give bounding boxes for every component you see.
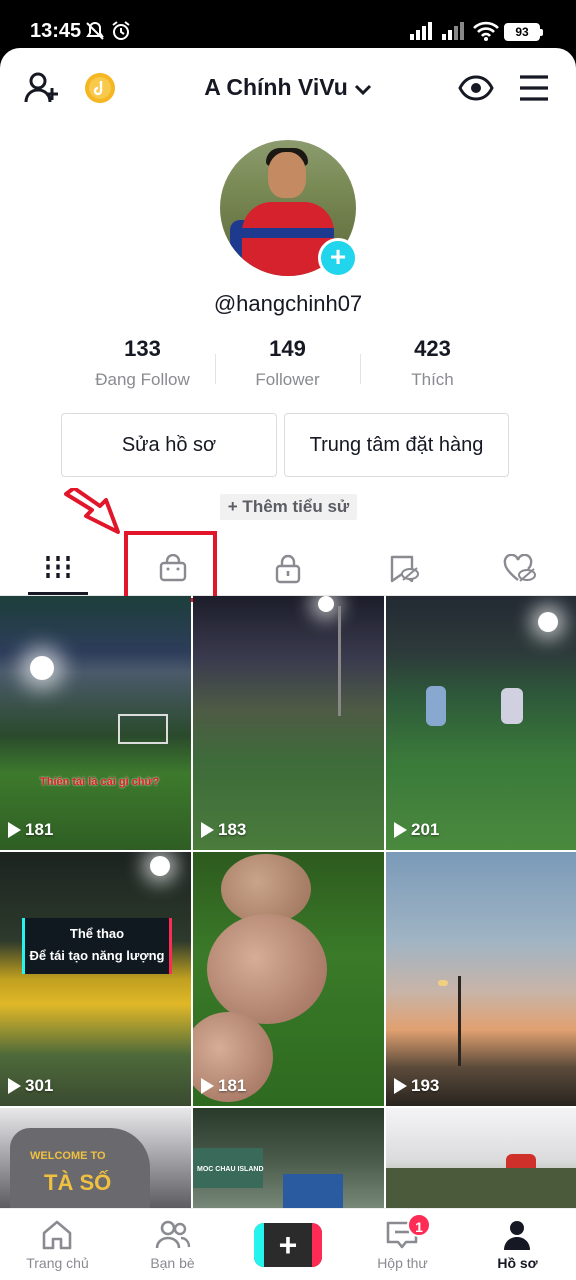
- lock-icon: [275, 554, 301, 584]
- video-thumbnail[interactable]: 183: [193, 596, 384, 850]
- video-caption-overlay: MOC CHAU ISLAND: [197, 1166, 264, 1173]
- signal-icon: [410, 22, 432, 40]
- nav-label: Hồ sơ: [497, 1255, 538, 1271]
- stat-value: 423: [414, 336, 451, 361]
- video-thumbnail[interactable]: 181: [193, 852, 384, 1106]
- profile-tabs: [0, 538, 576, 596]
- notification-muted-icon: [86, 21, 104, 40]
- view-count: 183: [201, 820, 246, 840]
- nav-profile[interactable]: Hồ sơ: [460, 1209, 575, 1280]
- view-count-value: 183: [218, 820, 247, 839]
- battery-indicator: 93: [504, 23, 543, 41]
- nav-label: Bạn bè: [150, 1255, 195, 1271]
- chevron-down-icon: [354, 75, 372, 102]
- video-thumbnail[interactable]: 201: [386, 596, 576, 850]
- bottom-nav: Trang chủ Bạn bè + 1 Hộp thư Hồ sơ: [0, 1208, 576, 1280]
- play-icon: [394, 1078, 407, 1094]
- video-caption-overlay: TÀ SỐ: [44, 1170, 112, 1195]
- view-count: 181: [8, 820, 53, 840]
- wifi-icon: [473, 21, 499, 41]
- inbox-badge: 1: [407, 1213, 431, 1237]
- plus-icon: +: [278, 1227, 298, 1263]
- annotation-arrow-icon: [64, 488, 120, 534]
- stat-label: Follower: [255, 370, 320, 389]
- nav-inbox[interactable]: 1 Hộp thư: [345, 1209, 460, 1280]
- create-button[interactable]: +: [254, 1223, 322, 1267]
- nav-friends[interactable]: Bạn bè: [115, 1209, 230, 1280]
- video-caption-title: Thể thao: [69, 926, 125, 941]
- add-avatar-button[interactable]: +: [318, 238, 358, 278]
- video-thumbnail[interactable]: 193: [386, 852, 576, 1106]
- view-count: 201: [394, 820, 439, 840]
- stat-likes[interactable]: 423 Thích: [360, 336, 505, 390]
- video-thumbnail[interactable]: WELCOME TO TÀ SỐ: [0, 1108, 191, 1210]
- annotation-highlight-box: [124, 531, 217, 602]
- view-count-value: 193: [411, 1076, 440, 1095]
- video-thumbnail[interactable]: MOC CHAU ISLAND: [193, 1108, 384, 1210]
- status-time: 13:45: [30, 20, 82, 42]
- view-count-value: 181: [25, 820, 54, 839]
- friends-icon: [155, 1220, 191, 1249]
- tab-private[interactable]: [230, 538, 345, 596]
- nav-home[interactable]: Trang chủ: [0, 1209, 115, 1280]
- signal-2-icon: [442, 22, 464, 40]
- profile-name: A Chính ViVu: [204, 74, 348, 100]
- view-count: 193: [394, 1076, 439, 1096]
- video-thumbnail[interactable]: Thiên tài là cái gì chứ? 181: [0, 596, 191, 850]
- menu-icon[interactable]: [518, 74, 550, 102]
- view-count-value: 181: [218, 1076, 247, 1095]
- alarm-icon: [112, 21, 130, 40]
- video-thumbnail[interactable]: Thể thao Để tái tạo năng lượng 301: [0, 852, 191, 1106]
- play-icon: [201, 1078, 214, 1094]
- tab-saved[interactable]: [345, 538, 460, 596]
- video-grid: Thiên tài là cái gì chứ? 181 183 201 Thể…: [0, 596, 576, 1210]
- view-count-value: 201: [411, 820, 440, 839]
- video-thumbnail[interactable]: [386, 1108, 576, 1210]
- video-caption-subtitle: Để tái tạo năng lượng: [29, 948, 165, 963]
- stat-value: 133: [124, 336, 161, 361]
- play-icon: [8, 1078, 21, 1094]
- eye-icon[interactable]: [458, 74, 494, 102]
- nav-label: Trang chủ: [26, 1255, 89, 1271]
- video-caption-overlay: Thiên tài là cái gì chứ?: [40, 776, 160, 788]
- video-caption-overlay: WELCOME TO: [30, 1150, 106, 1162]
- nav-label: Hộp thư: [377, 1255, 428, 1271]
- view-count: 301: [8, 1076, 53, 1096]
- view-count: 181: [201, 1076, 246, 1096]
- tab-liked[interactable]: [460, 538, 575, 596]
- play-icon: [201, 822, 214, 838]
- grid-icon: [46, 556, 70, 578]
- stat-label: Đang Follow: [95, 370, 190, 389]
- play-icon: [8, 822, 21, 838]
- stat-value: 149: [269, 336, 306, 361]
- add-bio-button[interactable]: + Thêm tiểu sử: [220, 494, 357, 520]
- stat-label: Thích: [411, 370, 454, 389]
- heart-hidden-icon: [503, 554, 536, 582]
- order-center-button[interactable]: Trung tâm đặt hàng: [284, 413, 509, 477]
- profile-stats: 133 Đang Follow 149 Follower 423 Thích: [70, 336, 506, 406]
- view-count-value: 301: [25, 1076, 54, 1095]
- profile-icon: [504, 1221, 530, 1250]
- profile-screen: A Chính ViVu + @hangchinh07 133 Đang Fol…: [0, 48, 576, 1280]
- stat-following[interactable]: 133 Đang Follow: [70, 336, 215, 390]
- profile-handle: @hangchinh07: [213, 291, 363, 316]
- stat-followers[interactable]: 149 Follower: [215, 336, 360, 390]
- tab-videos[interactable]: [0, 538, 115, 596]
- home-icon: [42, 1220, 72, 1250]
- active-tab-indicator: [28, 592, 88, 595]
- play-icon: [394, 822, 407, 838]
- bookmark-hidden-icon: [390, 555, 419, 583]
- top-bar: A Chính ViVu: [0, 48, 576, 128]
- edit-profile-button[interactable]: Sửa hồ sơ: [61, 413, 277, 477]
